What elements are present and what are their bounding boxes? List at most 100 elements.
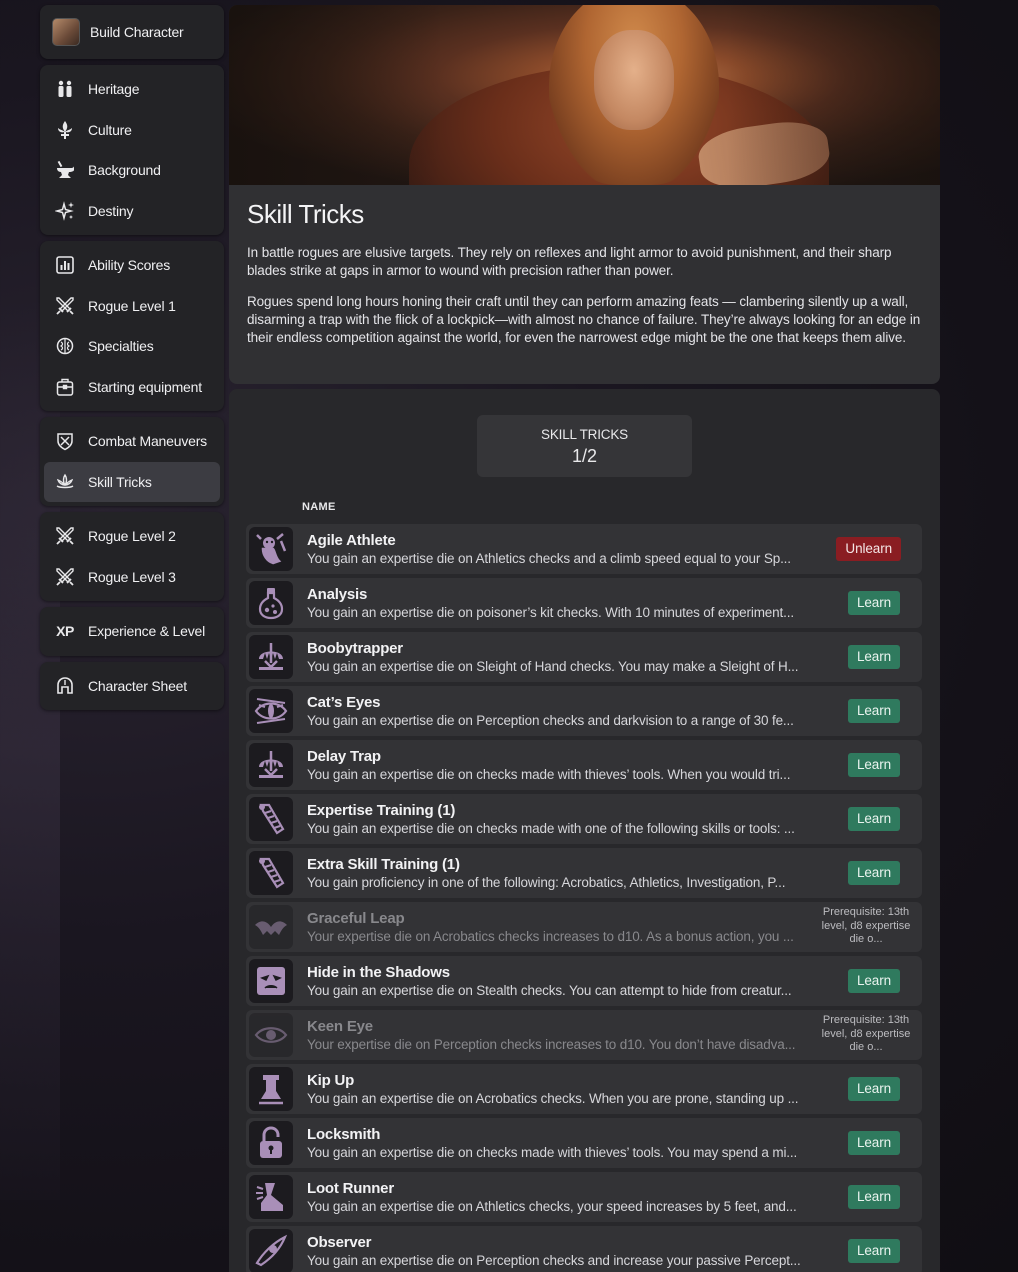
sidebar-item-combat-maneuvers[interactable]: Combat Maneuvers — [44, 421, 220, 462]
sidebar-group-sheet: Character Sheet — [40, 661, 224, 710]
skill-trick-description: Your expertise die on Acrobatics checks … — [307, 928, 794, 944]
lotus-icon — [54, 471, 76, 493]
sidebar-group-origins: Heritage Culture Background Destiny — [40, 65, 224, 235]
sidebar-item-label: Rogue Level 2 — [88, 528, 176, 545]
heritage-icon — [54, 78, 76, 100]
prerequisite-text: Prerequisite: 13th level, d8 expertise d… — [821, 1014, 911, 1053]
bat-wings-icon — [249, 905, 293, 949]
list-item[interactable]: Loot Runner You gain an expertise die on… — [246, 1172, 922, 1222]
skill-trick-name: Observer — [307, 1233, 372, 1251]
skill-tricks-intro-card: Skill Tricks In battle rogues are elusiv… — [229, 5, 940, 384]
list-item[interactable]: Analysis You gain an expertise die on po… — [246, 578, 922, 628]
list-item[interactable]: Kip Up You gain an expertise die on Acro… — [246, 1064, 922, 1114]
skill-trick-name: Hide in the Shadows — [307, 963, 450, 981]
skill-trick-name: Analysis — [307, 585, 368, 603]
sidebar-item-label: Culture — [88, 121, 132, 138]
trap-icon — [249, 743, 293, 787]
skill-trick-name: Loot Runner — [307, 1179, 394, 1197]
skill-trick-name: Expertise Training (1) — [307, 801, 456, 819]
sidebar-item-label: Ability Scores — [88, 257, 171, 274]
list-item[interactable]: Agile Athlete You gain an expertise die … — [246, 524, 922, 574]
unlearn-button[interactable]: Unlearn — [836, 537, 901, 561]
prerequisite-note: Prerequisite: 13th level, d8 expertise d… — [818, 1014, 914, 1055]
list-item[interactable]: Cat’s Eyes You gain an expertise die on … — [246, 686, 922, 736]
learn-button[interactable]: Learn — [847, 807, 900, 831]
learn-button[interactable]: Learn — [847, 1239, 900, 1263]
skill-trick-description: You gain an expertise die on checks made… — [307, 1144, 798, 1160]
fleur-de-lis-icon — [54, 119, 76, 141]
intro-paragraph: Rogues spend long hours honing their cra… — [247, 294, 921, 345]
sidebar-item-skill-tricks[interactable]: Skill Tricks — [44, 461, 220, 502]
sidebar-item-character-sheet[interactable]: Character Sheet — [44, 666, 220, 707]
skill-trick-name: Delay Trap — [307, 747, 381, 765]
learn-button[interactable]: Learn — [847, 645, 900, 669]
skill-trick-name: Extra Skill Training (1) — [307, 855, 460, 873]
crossed-daggers-icon — [54, 566, 76, 588]
prerequisite-note: Prerequisite: 13th level, d8 expertise d… — [818, 906, 914, 947]
sidebar-item-rogue-level-3[interactable]: Rogue Level 3 — [44, 557, 220, 598]
learn-button[interactable]: Learn — [847, 699, 900, 723]
sidebar-item-label: Background — [88, 162, 161, 179]
skill-trick-description: You gain proficiency in one of the follo… — [307, 874, 786, 890]
learn-button[interactable]: Learn — [847, 1185, 900, 1209]
character-avatar — [52, 18, 80, 46]
sidebar-item-destiny[interactable]: Destiny — [44, 191, 220, 232]
list-item[interactable]: Hide in the Shadows You gain an expertis… — [246, 956, 922, 1006]
xp-icon: XP — [56, 623, 74, 640]
intro-paragraph: In battle rogues are elusive targets. Th… — [247, 245, 892, 278]
padlock-icon — [249, 1121, 293, 1165]
skill-trick-name: Cat’s Eyes — [307, 693, 381, 711]
sidebar-header-group: Build Character — [40, 5, 224, 59]
sidebar-group-tricks: Combat Maneuvers Skill Tricks — [40, 417, 224, 506]
sidebar-group-level1: Ability Scores Rogue Level 1 Specialties… — [40, 241, 224, 411]
scroll-icon — [249, 851, 293, 895]
sidebar-item-heritage[interactable]: Heritage — [44, 69, 220, 110]
skill-tricks-counter: SKILL TRICKS 1/2 — [477, 415, 692, 477]
build-character-label: Build Character — [90, 24, 184, 40]
sidebar-item-label: Starting equipment — [88, 378, 202, 395]
sidebar-item-culture[interactable]: Culture — [44, 110, 220, 151]
skill-trick-description: You gain an expertise die on Athletics c… — [307, 1198, 797, 1214]
list-item[interactable]: Delay Trap You gain an expertise die on … — [246, 740, 922, 790]
list-item: Keen Eye Your expertise die on Perceptio… — [246, 1010, 922, 1060]
prerequisite-text: Prerequisite: 13th level, d8 expertise d… — [821, 906, 911, 945]
skill-trick-description: You gain an expertise die on Acrobatics … — [307, 1090, 799, 1106]
list-item[interactable]: Extra Skill Training (1) You gain profic… — [246, 848, 922, 898]
sidebar-group-levels: Rogue Level 2 Rogue Level 3 — [40, 512, 224, 601]
crossed-daggers-icon — [54, 295, 76, 317]
learn-button[interactable]: Learn — [847, 969, 900, 993]
sidebar-item-experience[interactable]: XP Experience & Level — [44, 611, 220, 652]
learn-button[interactable]: Learn — [847, 1131, 900, 1155]
learn-button[interactable]: Learn — [847, 1077, 900, 1101]
cat-eye-icon — [249, 689, 293, 733]
sidebar: Build Character Heritage Culture Backgro… — [40, 5, 224, 716]
helmet-icon — [54, 675, 76, 697]
sidebar-item-label: Skill Tricks — [88, 473, 152, 490]
build-character-button[interactable]: Build Character — [44, 9, 220, 55]
sidebar-item-label: Combat Maneuvers — [88, 433, 207, 450]
skill-tricks-panel: SKILL TRICKS 1/2 NAME Agile Athlete You … — [229, 389, 940, 1272]
learn-button[interactable]: Learn — [847, 591, 900, 615]
list-item[interactable]: Expertise Training (1) You gain an exper… — [246, 794, 922, 844]
sidebar-item-rogue-level-2[interactable]: Rogue Level 2 — [44, 516, 220, 557]
potion-flask-icon — [249, 581, 293, 625]
sidebar-item-background[interactable]: Background — [44, 150, 220, 191]
skill-trick-name: Locksmith — [307, 1125, 381, 1143]
learn-button[interactable]: Learn — [847, 861, 900, 885]
anvil-icon — [54, 159, 76, 181]
learn-button[interactable]: Learn — [847, 753, 900, 777]
skill-trick-description: You gain an expertise die on checks made… — [307, 766, 791, 782]
sidebar-item-specialties[interactable]: Specialties — [44, 326, 220, 367]
list-item[interactable]: Observer You gain an expertise die on Pe… — [246, 1226, 922, 1272]
list-item[interactable]: Locksmith You gain an expertise die on c… — [246, 1118, 922, 1168]
page-title: Skill Tricks — [247, 199, 364, 229]
sidebar-item-label: Destiny — [88, 202, 134, 219]
sidebar-item-starting-equipment[interactable]: Starting equipment — [44, 367, 220, 408]
skill-trick-name: Kip Up — [307, 1071, 355, 1089]
shield-icon — [54, 430, 76, 452]
skill-trick-description: You gain an expertise die on Perception … — [307, 712, 794, 728]
list-item[interactable]: Boobytrapper You gain an expertise die o… — [246, 632, 922, 682]
sidebar-item-ability-scores[interactable]: Ability Scores — [44, 245, 220, 286]
sidebar-item-rogue-level-1[interactable]: Rogue Level 1 — [44, 286, 220, 327]
skill-trick-name: Agile Athlete — [307, 531, 396, 549]
